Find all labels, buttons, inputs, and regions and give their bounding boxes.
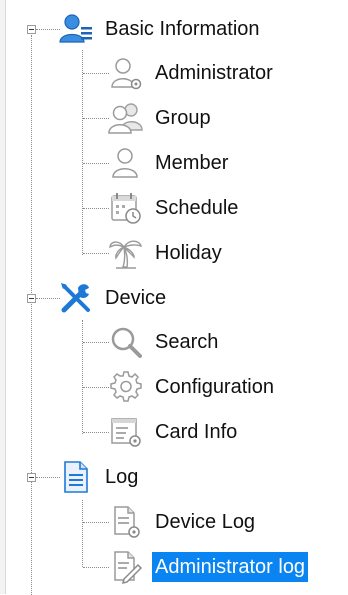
- tree-line: [82, 50, 83, 255]
- tree-node-basic-information[interactable]: Basic Information: [58, 11, 263, 47]
- navigation-tree: Basic Information Administrator Group Me…: [0, 0, 348, 595]
- tree-line: [36, 29, 60, 30]
- tree-node-search[interactable]: Search: [108, 324, 221, 360]
- tree-line: [83, 387, 109, 388]
- group-icon: [108, 100, 144, 136]
- tree-node-device-log[interactable]: Device Log: [108, 504, 258, 540]
- tree-node-label: Group: [155, 107, 211, 129]
- tree-node-label: Device Log: [155, 511, 256, 533]
- tree-line: [83, 342, 109, 343]
- tree-node-holiday[interactable]: Holiday: [108, 235, 225, 271]
- collapse-toggle-device[interactable]: [27, 294, 36, 303]
- tree-node-label: Member: [155, 152, 229, 174]
- schedule-icon: [108, 190, 144, 226]
- tree-line: [83, 73, 109, 74]
- admin-log-icon: [108, 549, 144, 585]
- tree-line: [82, 500, 83, 567]
- tree-node-log[interactable]: Log: [58, 459, 141, 495]
- tree-node-administrator-log[interactable]: Administrator log: [108, 549, 309, 585]
- tree-node-device[interactable]: Device: [58, 280, 169, 316]
- tree-node-label: Card Info: [155, 421, 238, 443]
- tree-line: [83, 432, 109, 433]
- tree-line: [36, 477, 60, 478]
- admin-user-icon: [108, 55, 144, 91]
- tree-node-label-selected: Administrator log: [152, 552, 309, 582]
- tree-line: [83, 567, 109, 568]
- magnifier-icon: [108, 324, 144, 360]
- tree-line: [31, 35, 32, 595]
- tree-node-label: Basic Information: [105, 18, 260, 40]
- member-icon: [108, 145, 144, 181]
- tree-node-label: Holiday: [155, 242, 222, 264]
- tree-node-card-info[interactable]: Card Info: [108, 414, 240, 450]
- tree-node-label: Search: [155, 331, 219, 353]
- tree-line: [83, 522, 109, 523]
- tree-node-group[interactable]: Group: [108, 100, 214, 136]
- tree-node-label: Device: [105, 287, 167, 309]
- users-list-icon: [58, 11, 94, 47]
- tree-line: [83, 163, 109, 164]
- palm-tree-icon: [108, 235, 144, 271]
- tree-line: [83, 208, 109, 209]
- card-info-icon: [108, 414, 144, 450]
- tree-node-member[interactable]: Member: [108, 145, 231, 181]
- collapse-toggle-basic-information[interactable]: [27, 25, 36, 34]
- tree-node-label: Administrator: [155, 62, 273, 84]
- tree-line: [83, 118, 109, 119]
- tree-line: [36, 298, 60, 299]
- document-icon: [58, 459, 94, 495]
- tools-icon: [58, 280, 94, 316]
- gear-icon: [108, 369, 144, 405]
- tree-node-administrator[interactable]: Administrator: [108, 55, 276, 91]
- tree-node-schedule[interactable]: Schedule: [108, 190, 241, 226]
- device-log-icon: [108, 504, 144, 540]
- tree-line: [82, 320, 83, 434]
- collapse-toggle-log[interactable]: [27, 473, 36, 482]
- tree-line: [83, 253, 109, 254]
- tree-node-label: Log: [105, 466, 139, 488]
- tree-node-label: Configuration: [155, 376, 274, 398]
- tree-node-configuration[interactable]: Configuration: [108, 369, 277, 405]
- tree-node-label: Schedule: [155, 197, 239, 219]
- tree-left-border: [0, 0, 6, 594]
